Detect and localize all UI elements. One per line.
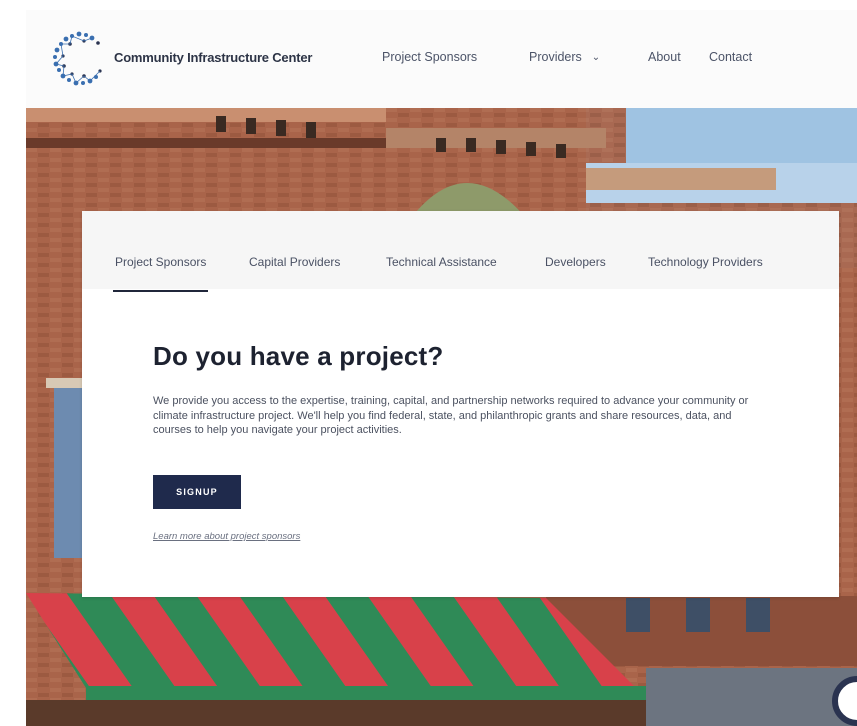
nav-providers[interactable]: Providers ⌄ — [529, 50, 600, 64]
tab-project-sponsors[interactable]: Project Sponsors — [112, 255, 209, 292]
page-title: Do you have a project? — [153, 341, 444, 371]
site-header: Community Infrastructure Center Project … — [26, 10, 857, 109]
signup-button[interactable]: SIGNUP — [153, 475, 241, 509]
tab-technology-providers[interactable]: Technology Providers — [648, 255, 763, 269]
tab-developers[interactable]: Developers — [545, 255, 606, 269]
project-card: Project Sponsors Capital Providers Techn… — [82, 211, 839, 597]
chevron-down-icon: ⌄ — [591, 52, 601, 63]
tab-capital-providers[interactable]: Capital Providers — [249, 255, 340, 269]
nav-providers-label: Providers — [529, 50, 582, 64]
learn-more-link[interactable]: Learn more about project sponsors — [153, 531, 300, 542]
intro-paragraph: We provide you access to the expertise, … — [153, 395, 749, 436]
logo-icon[interactable] — [48, 28, 110, 90]
tab-technical-assistance[interactable]: Technical Assistance — [386, 255, 497, 269]
brand-name[interactable]: Community Infrastructure Center — [114, 50, 312, 65]
audience-tabs: Project Sponsors Capital Providers Techn… — [82, 211, 839, 292]
nav-project-sponsors[interactable]: Project Sponsors — [382, 50, 477, 64]
nav-contact[interactable]: Contact — [709, 50, 752, 64]
nav-about[interactable]: About — [648, 50, 681, 64]
